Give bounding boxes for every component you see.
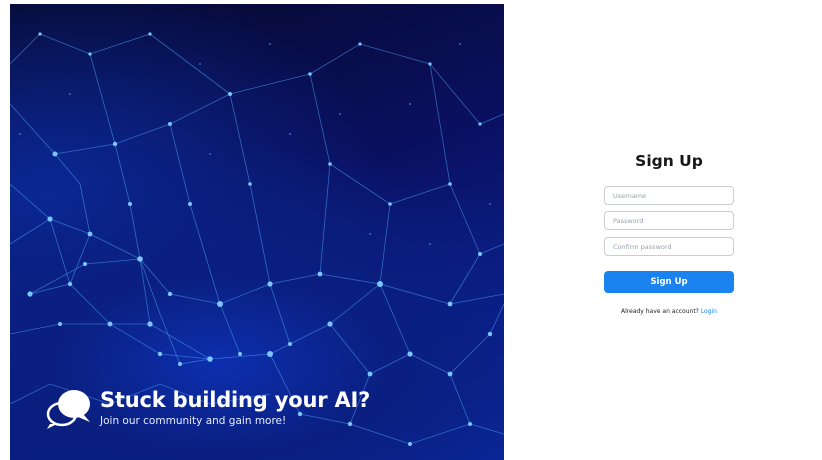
hero-title: Stuck building your AI? (100, 388, 371, 412)
chat-bubbles-icon (46, 390, 90, 429)
login-link[interactable]: Login (701, 308, 717, 315)
confirm-password-input[interactable] (604, 237, 734, 256)
hero-image: Stuck building your AI? Join our communi… (10, 4, 504, 460)
network-dust (19, 43, 491, 245)
login-prompt-line: Already have an account? Login (596, 308, 742, 315)
username-input[interactable] (604, 186, 734, 205)
signup-form: Sign Up Sign Up Already have an account?… (604, 150, 734, 315)
login-prompt-text: Already have an account? (621, 308, 699, 315)
password-input[interactable] (604, 211, 734, 230)
form-title: Sign Up (635, 152, 703, 170)
hero-caption: Stuck building your AI? Join our communi… (44, 382, 494, 442)
hero-subtitle: Join our community and gain more! (100, 415, 287, 427)
signup-button[interactable]: Sign Up (604, 271, 734, 293)
